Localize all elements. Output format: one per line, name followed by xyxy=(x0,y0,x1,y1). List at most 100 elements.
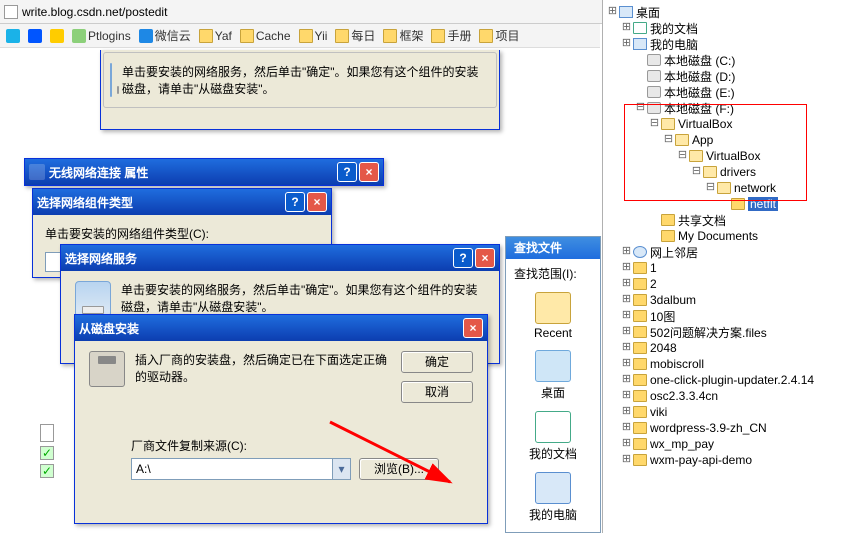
collapse-icon[interactable]: ⊟ xyxy=(705,183,716,194)
ok-button[interactable]: 确定 xyxy=(401,351,473,373)
tree-label: 共享文档 xyxy=(678,212,726,229)
folder-icon xyxy=(633,262,647,274)
expand-icon[interactable]: ⊞ xyxy=(621,23,632,34)
tree-label: 1 xyxy=(650,261,657,275)
tree-node[interactable]: ⊞wx_mp_pay xyxy=(603,436,861,452)
tree-node[interactable]: 本地磁盘 (D:) xyxy=(603,68,861,84)
browse-button[interactable]: 浏览(B)... xyxy=(359,458,439,480)
find-mypc[interactable]: 我的电脑 xyxy=(514,472,592,523)
expand-icon[interactable]: ⊞ xyxy=(621,263,632,274)
tree-node[interactable]: ⊟VirtualBox xyxy=(603,116,861,132)
tree-node[interactable]: ⊞viki xyxy=(603,404,861,420)
collapse-icon[interactable]: ⊟ xyxy=(663,135,674,146)
bookmark-item[interactable] xyxy=(6,29,20,43)
folder-icon xyxy=(633,390,647,402)
service-titlebar[interactable]: 选择网络服务 ? × xyxy=(61,245,499,271)
expand-icon[interactable]: ⊞ xyxy=(621,359,632,370)
tree-node[interactable]: ⊞我的文档 xyxy=(603,20,861,36)
expand-icon[interactable]: ⊞ xyxy=(621,391,632,402)
disk-titlebar[interactable]: 从磁盘安装 × xyxy=(75,315,487,341)
bookmark-item[interactable]: 项目 xyxy=(479,27,519,44)
expand-icon[interactable]: ⊞ xyxy=(621,423,632,434)
expand-icon[interactable] xyxy=(635,55,646,66)
bookmark-item[interactable]: Yaf xyxy=(199,29,232,43)
tree-node[interactable]: netflt xyxy=(603,196,861,212)
expand-icon[interactable] xyxy=(635,87,646,98)
find-recent[interactable]: Recent xyxy=(514,292,592,340)
tree-node[interactable]: ⊞桌面 xyxy=(603,4,861,20)
bookmark-item[interactable]: 框架 xyxy=(383,27,423,44)
bookmark-item[interactable] xyxy=(50,29,64,43)
collapse-icon[interactable]: ⊟ xyxy=(649,119,660,130)
bookmark-item[interactable] xyxy=(28,29,42,43)
tree-node[interactable]: ⊞10图 xyxy=(603,308,861,324)
bookmark-item[interactable]: Yii xyxy=(299,29,328,43)
checkbox-checked[interactable]: ✓ xyxy=(40,446,54,460)
wireless-props-titlebar[interactable]: 无线网络连接 属性 ? × xyxy=(25,159,383,185)
bookmark-item[interactable]: Ptlogins xyxy=(72,29,131,43)
expand-icon[interactable]: ⊞ xyxy=(621,295,632,306)
bookmark-item[interactable]: Cache xyxy=(240,29,291,43)
tree-node[interactable]: ⊟本地磁盘 (F:) xyxy=(603,100,861,116)
close-button[interactable]: × xyxy=(475,248,495,268)
expand-icon[interactable]: ⊞ xyxy=(621,39,632,50)
expand-icon[interactable] xyxy=(649,215,660,226)
expand-icon[interactable]: ⊞ xyxy=(621,247,632,258)
tree-node[interactable]: My Documents xyxy=(603,228,861,244)
expand-icon[interactable]: ⊞ xyxy=(621,311,632,322)
tree-node[interactable]: ⊞wordpress-3.9-zh_CN xyxy=(603,420,861,436)
cancel-button[interactable]: 取消 xyxy=(401,381,473,403)
component-type-titlebar[interactable]: 选择网络组件类型 ? × xyxy=(33,189,331,215)
close-button[interactable]: × xyxy=(463,318,483,338)
expand-icon[interactable]: ⊞ xyxy=(621,327,632,338)
tree-node[interactable]: ⊞1 xyxy=(603,260,861,276)
expand-icon[interactable]: ⊞ xyxy=(621,455,632,466)
tree-node[interactable]: ⊟App xyxy=(603,132,861,148)
tree-node[interactable]: ⊞我的电脑 xyxy=(603,36,861,52)
checkbox-checked[interactable]: ✓ xyxy=(40,464,54,478)
tree-node[interactable]: ⊟network xyxy=(603,180,861,196)
tree-node[interactable]: ⊟drivers xyxy=(603,164,861,180)
tree-label: 网上邻居 xyxy=(650,244,698,261)
tree-node[interactable]: ⊞ 3dalbum xyxy=(603,292,861,308)
tree-label: 3dalbum xyxy=(650,293,696,307)
expand-icon[interactable]: ⊞ xyxy=(621,439,632,450)
tree-node[interactable]: ⊞mobiscroll xyxy=(603,356,861,372)
help-button[interactable]: ? xyxy=(453,248,473,268)
find-mydocs[interactable]: 我的文档 xyxy=(514,411,592,462)
tree-node[interactable]: 本地磁盘 (E:) xyxy=(603,84,861,100)
close-button[interactable]: × xyxy=(359,162,379,182)
tree-node[interactable]: ⊞2048 xyxy=(603,340,861,356)
expand-icon[interactable]: ⊞ xyxy=(621,407,632,418)
expand-icon[interactable] xyxy=(719,199,730,210)
bookmark-item[interactable]: 每日 xyxy=(335,27,375,44)
chevron-down-icon[interactable]: ▾ xyxy=(332,459,350,479)
expand-icon[interactable] xyxy=(649,231,660,242)
expand-icon[interactable]: ⊞ xyxy=(621,343,632,354)
tree-node[interactable]: 本地磁盘 (C:) xyxy=(603,52,861,68)
expand-icon[interactable] xyxy=(635,71,646,82)
collapse-icon[interactable]: ⊟ xyxy=(691,167,702,178)
close-button[interactable]: × xyxy=(307,192,327,212)
tree-node[interactable]: ⊞ 网上邻居 xyxy=(603,244,861,260)
bookmark-item[interactable]: 微信云 xyxy=(139,27,191,44)
tree-node[interactable]: ⊞one-click-plugin-updater.2.4.14 xyxy=(603,372,861,388)
expand-icon[interactable]: ⊞ xyxy=(607,7,618,18)
tree-node[interactable]: ⊞wxm-pay-api-demo xyxy=(603,452,861,468)
tree-node[interactable]: ⊞2 xyxy=(603,276,861,292)
collapse-icon[interactable]: ⊟ xyxy=(635,103,646,114)
tree-node[interactable]: 共享文档 xyxy=(603,212,861,228)
tree-node[interactable]: ⊞osc2.3.3.4cn xyxy=(603,388,861,404)
source-combo[interactable]: A:\ ▾ xyxy=(131,458,351,480)
bookmark-item[interactable]: 手册 xyxy=(431,27,471,44)
tree-node[interactable]: ⊟VirtualBox xyxy=(603,148,861,164)
tree-node[interactable]: ⊞502问题解决方案.files xyxy=(603,324,861,340)
find-desktop[interactable]: 桌面 xyxy=(514,350,592,401)
expand-icon[interactable]: ⊞ xyxy=(621,375,632,386)
folder-icon xyxy=(633,342,647,354)
help-button[interactable]: ? xyxy=(285,192,305,212)
help-button[interactable]: ? xyxy=(337,162,357,182)
collapse-icon[interactable]: ⊟ xyxy=(677,151,688,162)
expand-icon[interactable]: ⊞ xyxy=(621,279,632,290)
checkbox[interactable] xyxy=(40,424,54,442)
